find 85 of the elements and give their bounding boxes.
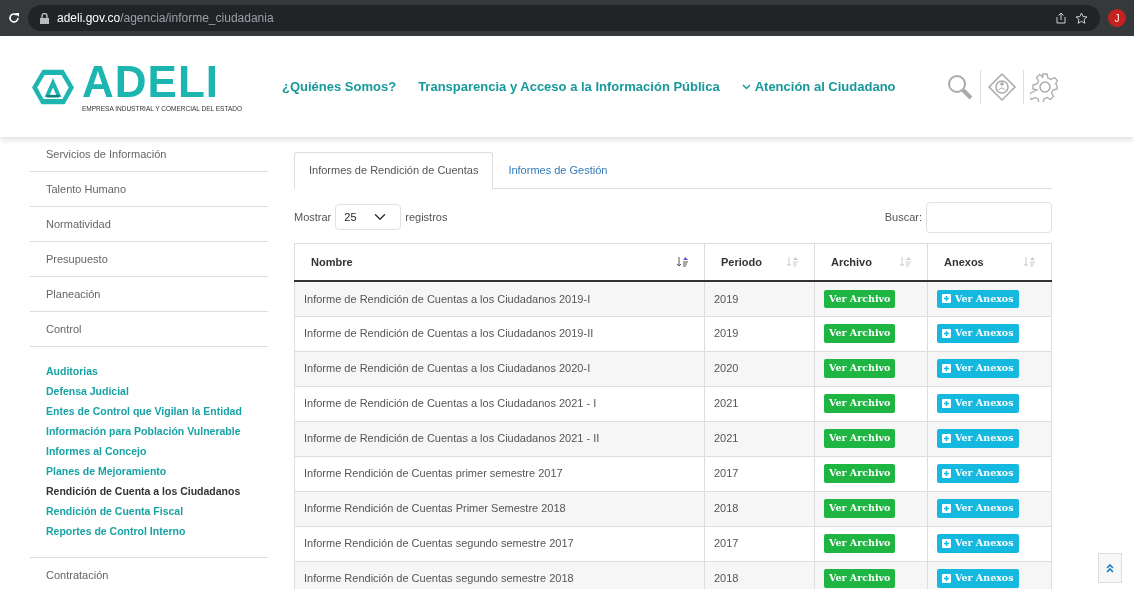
- table-cell: 2018: [704, 491, 815, 526]
- view-file-button[interactable]: Ver Archivo: [824, 534, 896, 553]
- sidebar-item[interactable]: Normatividad: [30, 207, 268, 242]
- view-file-button[interactable]: Ver Archivo: [824, 324, 896, 343]
- page-size-select[interactable]: 25: [335, 204, 402, 230]
- plus-icon: [942, 329, 951, 338]
- table-cell: Informe Rendición de Cuentas Primer Semestre 2018: [294, 491, 705, 526]
- table-cell: Informe de Rendición de Cuentas a los Ciudadanos 2019-II: [294, 316, 705, 351]
- plus-icon: [942, 399, 951, 408]
- table-cell: 2017: [704, 456, 815, 491]
- nav-link[interactable]: ¿Quiénes Somos?: [282, 76, 397, 97]
- records-label: registros: [405, 209, 448, 225]
- nav-link[interactable]: Transparencia y Acceso a la Información Pública: [418, 76, 720, 97]
- share-icon[interactable]: [1055, 12, 1067, 24]
- plus-icon: [942, 574, 951, 583]
- table-cell: Informe Rendición de Cuentas primer semestre 2017: [294, 456, 705, 491]
- view-attachments-button[interactable]: Ver Anexos: [937, 324, 1019, 343]
- table-cell: Informe Rendición de Cuentas segundo semestre 2017: [294, 526, 705, 561]
- lock-icon: [40, 12, 49, 24]
- view-attachments-button[interactable]: Ver Anexos: [937, 464, 1019, 483]
- scroll-to-top-button[interactable]: [1098, 553, 1122, 583]
- plus-icon: [942, 364, 951, 373]
- sidebar-link[interactable]: Información para Población Vulnerable: [46, 421, 241, 441]
- sidebar-item[interactable]: Presupuesto: [30, 242, 268, 277]
- view-attachments-button[interactable]: Ver Anexos: [937, 429, 1019, 448]
- settings-icon[interactable]: [1029, 71, 1060, 102]
- show-label: Mostrar: [294, 209, 332, 225]
- sidebar-link[interactable]: Defensa Judicial: [46, 381, 129, 401]
- view-file-button[interactable]: Ver Archivo: [824, 429, 896, 448]
- view-attachments-button[interactable]: Ver Anexos: [937, 534, 1019, 553]
- table-cell: Informe de Rendición de Cuentas a los Ciudadanos 2021 - II: [294, 421, 705, 456]
- plus-icon: [942, 294, 951, 304]
- view-attachments-button[interactable]: Ver Anexos: [937, 569, 1019, 588]
- table-cell: 2018: [704, 561, 815, 589]
- table-cell: 2021: [704, 386, 815, 421]
- plus-icon: [942, 504, 951, 513]
- star-icon[interactable]: [1075, 11, 1088, 25]
- reload-icon[interactable]: [8, 12, 20, 24]
- sidebar-link[interactable]: Planes de Mejoramiento: [46, 461, 167, 481]
- table-cell: 2019: [704, 316, 815, 351]
- view-attachments-button[interactable]: Ver Anexos: [937, 499, 1019, 518]
- accessibility-icon[interactable]: [986, 71, 1017, 102]
- view-attachments-button[interactable]: Ver Anexos: [937, 394, 1019, 413]
- view-attachments-button[interactable]: Ver Anexos: [937, 289, 1019, 308]
- table-cell: Informe de Rendición de Cuentas a los Ciudadanos 2020-I: [294, 351, 705, 386]
- plus-icon: [942, 434, 951, 443]
- sidebar-link[interactable]: Rendición de Cuenta Fiscal: [46, 501, 184, 521]
- sidebar-link[interactable]: Auditorias: [46, 361, 98, 381]
- double-chevron-up-icon: [1106, 563, 1114, 573]
- sidebar-item[interactable]: Control: [30, 312, 268, 347]
- tab[interactable]: Informes de Rendición de Cuentas: [294, 152, 494, 189]
- view-file-button[interactable]: Ver Archivo: [824, 394, 896, 413]
- tab[interactable]: Informes de Gestión: [493, 152, 623, 188]
- profile-avatar[interactable]: J: [1108, 9, 1126, 27]
- chevron-down-icon: [741, 83, 751, 90]
- table-cell: 2021: [704, 421, 815, 456]
- sidebar-item[interactable]: Contratación: [30, 558, 268, 589]
- plus-icon: [942, 539, 951, 548]
- search-label: Buscar:: [884, 209, 922, 225]
- plus-icon: [942, 469, 951, 478]
- sidebar-link[interactable]: Entes de Control que Vigilan la Entidad: [46, 401, 242, 421]
- sidebar-link[interactable]: Informes al Concejo: [46, 441, 147, 461]
- sidebar-item[interactable]: Planeación: [30, 277, 268, 312]
- search-icon[interactable]: [945, 72, 974, 101]
- sidebar-item[interactable]: Servicios de Información: [30, 137, 268, 172]
- table-cell: 2017: [704, 526, 815, 561]
- logo-text: ADELI: [82, 59, 220, 104]
- nav-link[interactable]: Atención al Ciudadano: [741, 76, 896, 97]
- view-file-button[interactable]: Ver Archivo: [824, 359, 896, 378]
- sidebar-link[interactable]: Rendición de Cuenta a los Ciudadanos: [46, 481, 241, 501]
- table-cell: 2020: [704, 351, 815, 386]
- table-cell: 2019: [704, 281, 815, 316]
- address-bar[interactable]: adeli.gov.co/agencia/informe_ciudadania: [28, 5, 1100, 31]
- sidebar-link[interactable]: Reportes de Control Interno: [46, 521, 186, 541]
- view-attachments-button[interactable]: Ver Anexos: [937, 359, 1019, 378]
- table-cell: Informe Rendición de Cuentas segundo semestre 2018: [294, 561, 705, 589]
- sidebar-item[interactable]: Talento Humano: [30, 172, 268, 207]
- view-file-button[interactable]: Ver Archivo: [824, 464, 896, 483]
- table-cell: Informe de Rendición de Cuentas a los Ciudadanos 2019-I: [294, 281, 705, 316]
- search-field[interactable]: [926, 201, 1052, 233]
- url-text: adeli.gov.co/agencia/informe_ciudadania: [57, 10, 274, 27]
- table-cell: Informe de Rendición de Cuentas a los Ciudadanos 2021 - I: [294, 386, 705, 421]
- view-file-button[interactable]: Ver Archivo: [824, 569, 896, 588]
- view-file-button[interactable]: Ver Archivo: [824, 289, 896, 308]
- view-file-button[interactable]: Ver Archivo: [824, 499, 896, 518]
